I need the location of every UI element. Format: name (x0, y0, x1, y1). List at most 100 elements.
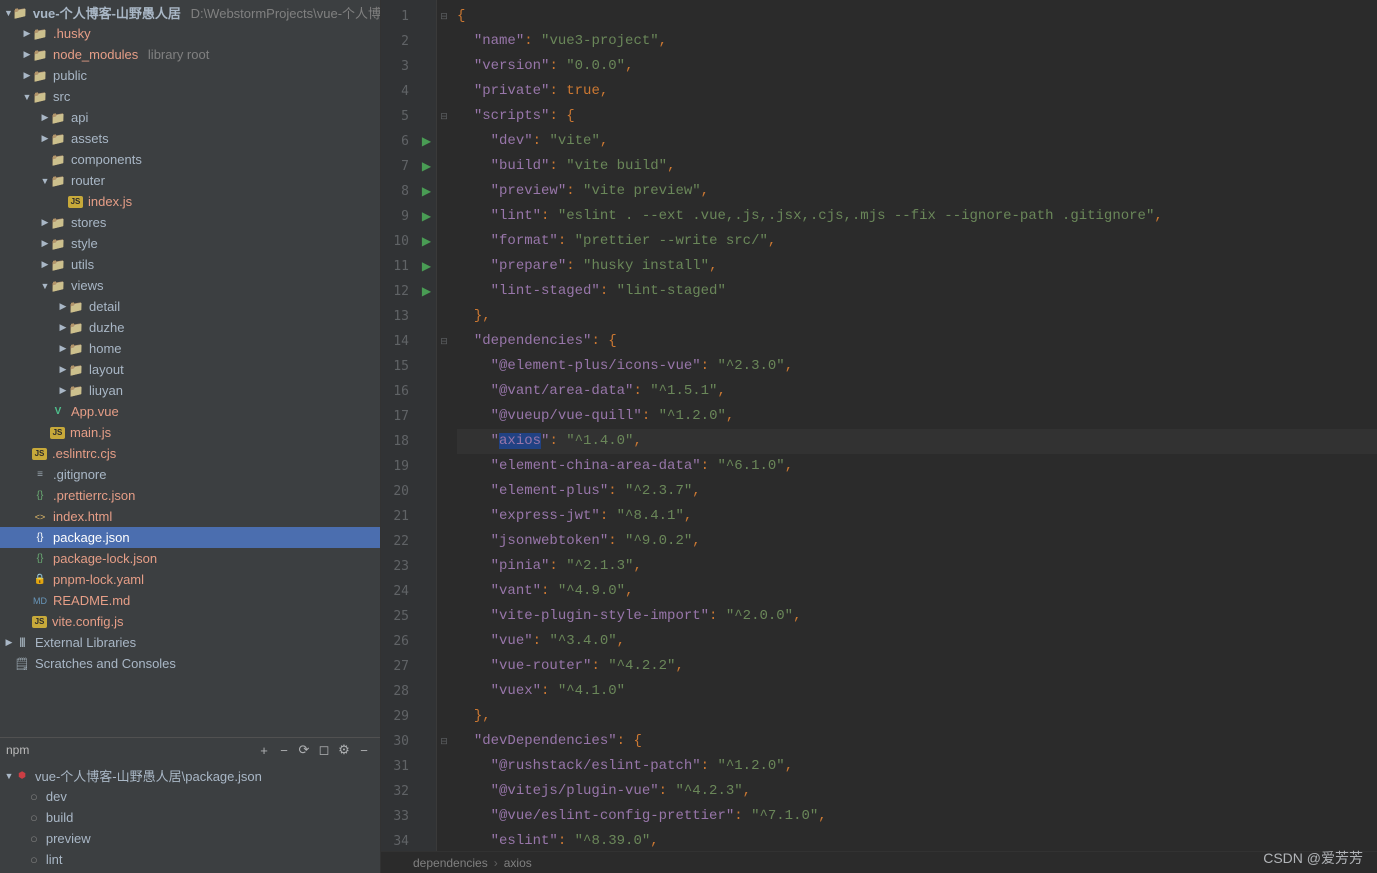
chevron-down-icon[interactable] (4, 771, 14, 781)
tree-folder-router[interactable]: router (0, 170, 380, 191)
run-icon[interactable]: ▶ (422, 284, 431, 298)
tree-folder-utils[interactable]: utils (0, 254, 380, 275)
tree-folder-duzhe[interactable]: duzhe (0, 317, 380, 338)
folder-icon (50, 278, 66, 294)
tree-file-vite-config[interactable]: vite.config.js (0, 611, 380, 632)
folder-icon (50, 173, 66, 189)
chevron-down-icon[interactable] (22, 92, 32, 102)
chevron-right-icon[interactable] (58, 322, 68, 333)
chevron-down-icon[interactable] (40, 176, 50, 186)
chevron-right-icon[interactable] (58, 385, 68, 396)
gear-icon[interactable]: ⚙ (334, 740, 354, 760)
js-icon (50, 427, 65, 439)
chevron-right-icon[interactable] (22, 28, 32, 39)
folder-icon (32, 26, 48, 42)
tree-file-index-js[interactable]: index.js (0, 191, 380, 212)
tree-folder-public[interactable]: public (0, 65, 380, 86)
refresh-icon[interactable]: ⟳ (294, 740, 314, 760)
tree-file-gitignore[interactable]: .gitignore (0, 464, 380, 485)
root-path: D:\WebstormProjects\vue-个人博客 (191, 6, 380, 21)
folder-icon (50, 110, 66, 126)
chevron-right-icon[interactable] (58, 364, 68, 375)
collapse-icon[interactable]: − (354, 740, 374, 760)
tree-file-package-lock[interactable]: package-lock.json (0, 548, 380, 569)
chevron-down-icon[interactable] (40, 281, 50, 291)
code-content[interactable]: { "name": "vue3-project", "version": "0.… (451, 0, 1377, 851)
crumb-dependencies[interactable]: dependencies (407, 856, 494, 870)
json-icon (32, 530, 48, 546)
tree-folder-husky[interactable]: .husky (0, 23, 380, 44)
code-area[interactable]: 1234567891011121314151617181920212223242… (381, 0, 1377, 851)
tree-file-prettierrc[interactable]: .prettierrc.json (0, 485, 380, 506)
tree-folder-stores[interactable]: stores (0, 212, 380, 233)
npm-tree[interactable]: ⬢vue-个人博客-山野愚人居\package.json ○dev ○build… (0, 762, 380, 873)
chevron-right-icon[interactable] (22, 70, 32, 81)
folder-icon (32, 89, 48, 105)
tree-folder-home[interactable]: home (0, 338, 380, 359)
chevron-right-icon[interactable] (22, 49, 32, 60)
js-icon (32, 616, 47, 628)
stop-icon[interactable]: ◻ (314, 740, 334, 760)
tree-file-index-html[interactable]: index.html (0, 506, 380, 527)
breadcrumb[interactable]: dependencies › axios (381, 851, 1377, 873)
chevron-right-icon[interactable] (40, 133, 50, 144)
external-libraries[interactable]: External Libraries (0, 632, 380, 653)
npm-panel: npm + − ⟳ ◻ ⚙ − ⬢vue-个人博客-山野愚人居\package.… (0, 737, 380, 873)
run-icon[interactable]: ▶ (422, 234, 431, 248)
sidebar: vue-个人博客-山野愚人居 D:\WebstormProjects\vue-个… (0, 0, 381, 873)
library-icon (14, 635, 30, 651)
tree-file-pnpm-lock[interactable]: pnpm-lock.yaml (0, 569, 380, 590)
run-icon[interactable]: ▶ (422, 159, 431, 173)
run-icon[interactable]: ▶ (422, 209, 431, 223)
chevron-right-icon[interactable] (40, 259, 50, 270)
crumb-axios[interactable]: axios (498, 856, 538, 870)
folder-icon (50, 152, 66, 168)
editor: 1234567891011121314151617181920212223242… (381, 0, 1377, 873)
chevron-right-icon[interactable] (58, 343, 68, 354)
remove-icon[interactable]: − (274, 740, 294, 760)
tree-file-package-json[interactable]: package.json (0, 527, 380, 548)
chevron-right-icon[interactable] (4, 637, 14, 648)
npm-script-build[interactable]: ○build (0, 807, 380, 828)
tree-folder-liuyan[interactable]: liuyan (0, 380, 380, 401)
chevron-down-icon[interactable] (4, 8, 13, 18)
tree-folder-src[interactable]: src (0, 86, 380, 107)
tree-folder-assets[interactable]: assets (0, 128, 380, 149)
tree-folder-api[interactable]: api (0, 107, 380, 128)
tree-folder-detail[interactable]: detail (0, 296, 380, 317)
project-tree[interactable]: vue-个人博客-山野愚人居 D:\WebstormProjects\vue-个… (0, 0, 380, 737)
npm-script-lint[interactable]: ○lint (0, 849, 380, 870)
run-icon[interactable]: ▶ (422, 184, 431, 198)
chevron-right-icon[interactable] (40, 238, 50, 249)
chevron-right-icon[interactable] (40, 217, 50, 228)
tree-file-app-vue[interactable]: App.vue (0, 401, 380, 422)
tree-folder-components[interactable]: components (0, 149, 380, 170)
tree-folder-views[interactable]: views (0, 275, 380, 296)
chevron-right-icon[interactable] (58, 301, 68, 312)
tree-folder-layout[interactable]: layout (0, 359, 380, 380)
run-icon[interactable]: ▶ (422, 259, 431, 273)
npm-script-dev[interactable]: ○dev (0, 786, 380, 807)
folder-icon (68, 383, 84, 399)
project-root[interactable]: vue-个人博客-山野愚人居 D:\WebstormProjects\vue-个… (0, 2, 380, 23)
lock-icon (32, 572, 48, 588)
chevron-right-icon[interactable] (40, 112, 50, 123)
npm-script-preview[interactable]: ○preview (0, 828, 380, 849)
watermark: CSDN @爱芳芳 (1263, 848, 1363, 868)
tree-folder-node-modules[interactable]: node_modules library root (0, 44, 380, 65)
run-gutter[interactable]: ▶ ▶ ▶ ▶ ▶ ▶ ▶ (417, 0, 437, 851)
tree-file-readme[interactable]: README.md (0, 590, 380, 611)
npm-file[interactable]: ⬢vue-个人博客-山野愚人居\package.json (0, 765, 380, 786)
run-icon[interactable]: ▶ (422, 134, 431, 148)
line-gutter[interactable]: 1234567891011121314151617181920212223242… (381, 0, 417, 851)
add-icon[interactable]: + (254, 740, 274, 760)
folder-icon (50, 215, 66, 231)
html-icon (32, 509, 48, 525)
root-name: vue-个人博客-山野愚人居 (33, 6, 181, 21)
js-icon (32, 448, 47, 460)
scratches-consoles[interactable]: Scratches and Consoles (0, 653, 380, 674)
tree-file-eslintrc[interactable]: .eslintrc.cjs (0, 443, 380, 464)
npm-icon: ⬢ (14, 768, 30, 784)
tree-file-main-js[interactable]: main.js (0, 422, 380, 443)
tree-folder-style[interactable]: style (0, 233, 380, 254)
